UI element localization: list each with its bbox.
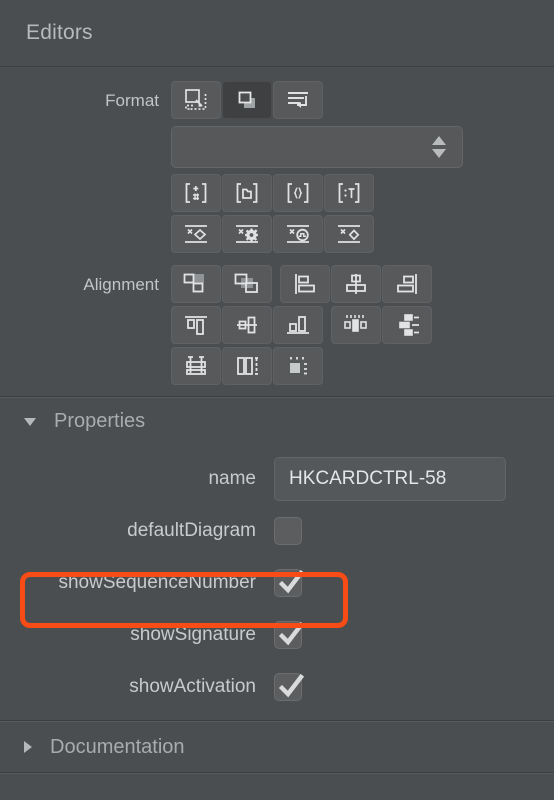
format-combo-wrap [171,122,554,174]
align-right-icon-button[interactable] [382,265,432,303]
property-row-showSignature: showSignature [0,609,554,661]
name-input[interactable]: HKCARDCTRL-58 [274,457,506,501]
property-label-name: name [208,468,256,489]
alignment-section: Alignment [0,265,554,388]
property-row-name: name HKCARDCTRL-58 [0,453,554,505]
format-controls [171,81,554,256]
insert-feature-icon-button[interactable] [171,174,221,212]
align-top-icon-button[interactable] [171,306,221,344]
alignment-label: Alignment [83,275,159,294]
checkbox-showSignature[interactable] [274,621,305,649]
property-label-showSignature: showSignature [130,624,256,645]
format-label: Format [105,91,159,110]
insert-braces-icon-button[interactable] [273,174,323,212]
same-size-icon-button[interactable] [273,347,323,385]
check-icon [278,619,305,654]
property-row-showSequenceNumber: showSequenceNumber [0,557,554,609]
panel-title: Editors [26,21,93,44]
panel-header: Editors [0,0,554,67]
chevron-down-icon [24,417,36,426]
same-width-icon-button[interactable] [222,347,272,385]
checkbox-showSequenceNumber[interactable] [274,569,305,597]
format-toolbar-row-3 [171,215,554,256]
checkbox-defaultDiagram[interactable] [274,517,302,545]
align-left-icon-button[interactable] [280,265,330,303]
alignment-controls [171,265,554,388]
format-toolbar-row-1 [171,81,554,122]
delete-shape-icon-button[interactable] [171,215,221,253]
alignment-toolbar [171,265,436,388]
same-height-icon-button[interactable] [171,347,221,385]
documentation-divider-bottom [0,772,554,774]
send-backward-icon-button[interactable] [222,265,272,303]
bring-to-front-icon-button[interactable] [222,81,272,119]
documentation-section-header[interactable]: Documentation [0,722,554,772]
format-section: Format [0,81,554,256]
bring-forward-icon-button[interactable] [171,265,221,303]
delete-signal-icon-button[interactable] [273,215,323,253]
check-icon [278,671,305,706]
format-toolbar-row-2 [171,174,554,215]
editors-panel: Editors Format Alignment Properties name… [0,0,554,800]
chevron-updown-icon[interactable] [430,136,448,158]
documentation-section-title: Documentation [50,735,185,758]
property-label-showSequenceNumber: showSequenceNumber [58,572,256,593]
delete-settings-icon-button[interactable] [222,215,272,253]
align-center-icon-button[interactable] [331,265,381,303]
insert-package-icon-button[interactable] [222,174,272,212]
property-label-defaultDiagram: defaultDiagram [127,520,256,541]
properties-section-header[interactable]: Properties [0,398,554,445]
distribute-horizontal-icon-button[interactable] [331,306,381,344]
align-middle-icon-button[interactable] [222,306,272,344]
insert-tag-icon-button[interactable] [324,174,374,212]
checkbox-showActivation[interactable] [274,673,305,701]
format-select[interactable] [171,126,463,168]
check-icon [278,567,305,602]
distribute-vertical-icon-button[interactable] [382,306,432,344]
align-bottom-icon-button[interactable] [273,306,323,344]
properties-section-title: Properties [54,410,146,432]
property-row-defaultDiagram: defaultDiagram [0,505,554,557]
delete-element-icon-button[interactable] [324,215,374,253]
select-all-icon-button[interactable] [171,81,221,119]
property-row-showActivation: showActivation [0,661,554,713]
chevron-right-icon [24,741,32,753]
properties-list: name HKCARDCTRL-58 defaultDiagram showSe… [0,445,554,713]
align-text-icon-button[interactable] [273,81,323,119]
property-label-showActivation: showActivation [129,676,256,697]
